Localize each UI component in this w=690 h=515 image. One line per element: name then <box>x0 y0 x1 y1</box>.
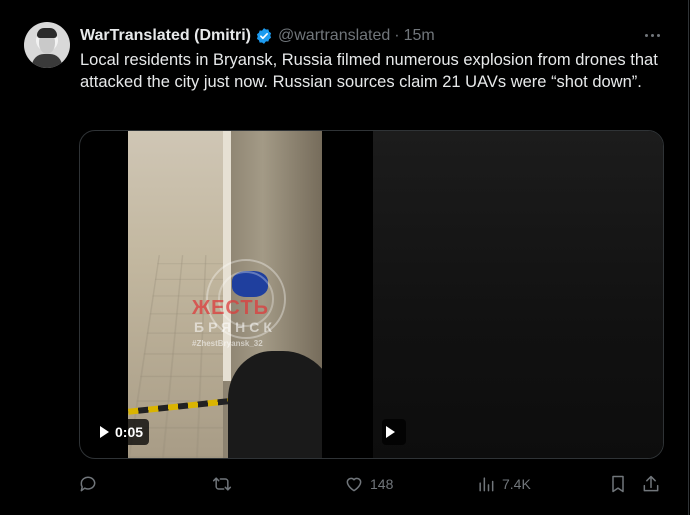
video-player-2[interactable] <box>373 131 663 458</box>
avatar[interactable] <box>24 22 70 68</box>
video-duration: 0:05 <box>115 424 144 440</box>
like-icon <box>346 477 362 492</box>
views-button[interactable]: 7.4K <box>476 472 531 496</box>
retweet-icon <box>212 477 232 491</box>
handle[interactable]: @wartranslated <box>278 27 390 45</box>
video-watermark: ЖЕСТЬ БРЯНСК #ZhestBryansk_32 <box>186 259 306 369</box>
views-icon <box>479 477 494 492</box>
verified-badge-icon <box>256 28 272 44</box>
tweet-header: WarTranslated (Dmitri) @wartranslated · … <box>80 25 435 47</box>
share-icon <box>643 475 659 492</box>
bookmark-button[interactable] <box>608 472 628 496</box>
play-icon <box>386 426 395 438</box>
play-button-2[interactable] <box>382 419 406 445</box>
play-icon <box>100 426 109 438</box>
retweet-button[interactable] <box>212 472 238 496</box>
reply-button[interactable] <box>78 472 104 496</box>
tweet-text: Local residents in Bryansk, Russia filme… <box>80 51 658 91</box>
watermark-line-3: #ZhestBryansk_32 <box>192 339 263 348</box>
share-button[interactable] <box>641 472 661 496</box>
timestamp[interactable]: 15m <box>404 27 435 45</box>
watermark-line-1: ЖЕСТЬ <box>192 297 269 319</box>
like-count: 148 <box>370 476 394 492</box>
like-button[interactable]: 148 <box>344 472 393 496</box>
bookmark-icon <box>612 475 624 493</box>
video-player-1[interactable]: ЖЕСТЬ БРЯНСК #ZhestBryansk_32 <box>128 131 322 458</box>
media-container: ЖЕСТЬ БРЯНСК #ZhestBryansk_32 0:05 <box>79 130 664 459</box>
more-icon[interactable] <box>640 25 664 45</box>
reply-icon <box>80 476 96 492</box>
display-name[interactable]: WarTranslated (Dmitri) <box>80 27 251 45</box>
action-bar: 148 7.4K <box>78 472 668 496</box>
play-button-1[interactable]: 0:05 <box>94 419 150 445</box>
tweet[interactable]: WarTranslated (Dmitri) @wartranslated · … <box>0 0 689 515</box>
separator-dot: · <box>394 27 400 44</box>
watermark-line-2: БРЯНСК <box>194 319 276 335</box>
view-count: 7.4K <box>502 476 531 492</box>
